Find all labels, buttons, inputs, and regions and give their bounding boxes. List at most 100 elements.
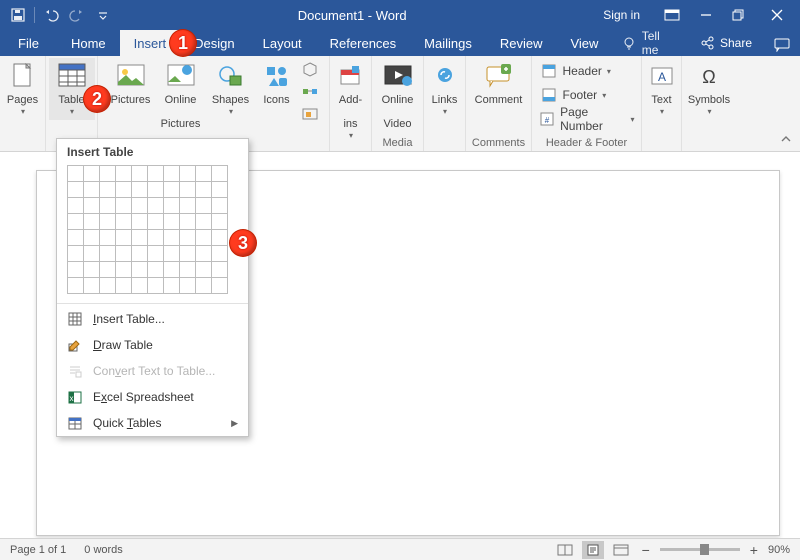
read-mode-icon[interactable] (554, 541, 576, 559)
grid-cell[interactable] (211, 181, 228, 198)
grid-cell[interactable] (179, 197, 196, 214)
tab-mailings[interactable]: Mailings (410, 30, 486, 56)
grid-cell[interactable] (99, 181, 116, 198)
print-layout-icon[interactable] (582, 541, 604, 559)
share-button[interactable]: Share (688, 30, 764, 56)
grid-cell[interactable] (195, 277, 212, 294)
grid-cell[interactable] (179, 213, 196, 230)
grid-cell[interactable] (131, 261, 148, 278)
grid-cell[interactable] (195, 261, 212, 278)
grid-cell[interactable] (195, 165, 212, 182)
grid-cell[interactable] (99, 229, 116, 246)
grid-cell[interactable] (163, 213, 180, 230)
status-page[interactable]: Page 1 of 1 (10, 544, 66, 556)
close-icon[interactable] (754, 0, 800, 30)
zoom-level[interactable]: 90% (768, 544, 790, 556)
grid-cell[interactable] (99, 165, 116, 182)
ribbon-display-icon[interactable] (654, 0, 690, 30)
pages-button[interactable]: Pages▾ (4, 58, 42, 118)
icons-button[interactable]: Icons (258, 58, 296, 118)
grid-cell[interactable] (115, 277, 132, 294)
grid-cell[interactable] (115, 181, 132, 198)
tab-layout[interactable]: Layout (249, 30, 316, 56)
tab-view[interactable]: View (556, 30, 612, 56)
grid-cell[interactable] (195, 245, 212, 262)
menu-quick-tables[interactable]: Quick Tables ▶ (57, 410, 248, 436)
grid-cell[interactable] (115, 261, 132, 278)
grid-cell[interactable] (67, 165, 84, 182)
undo-icon[interactable] (39, 3, 63, 27)
tab-review[interactable]: Review (486, 30, 557, 56)
zoom-out-button[interactable]: − (638, 542, 654, 558)
grid-cell[interactable] (83, 197, 100, 214)
collapse-ribbon-icon[interactable] (776, 129, 796, 149)
grid-cell[interactable] (67, 277, 84, 294)
tab-references[interactable]: References (316, 30, 410, 56)
grid-cell[interactable] (67, 245, 84, 262)
footer-button[interactable]: Footer▾ (537, 84, 637, 106)
grid-cell[interactable] (211, 277, 228, 294)
grid-cell[interactable] (131, 245, 148, 262)
grid-cell[interactable] (83, 165, 100, 182)
menu-draw-table[interactable]: Draw Table (57, 332, 248, 358)
grid-cell[interactable] (67, 213, 84, 230)
grid-cell[interactable] (195, 229, 212, 246)
zoom-slider[interactable] (660, 548, 740, 551)
grid-cell[interactable] (211, 245, 228, 262)
qat-customize-icon[interactable] (91, 3, 115, 27)
grid-cell[interactable] (179, 245, 196, 262)
online-pictures-button[interactable]: OnlinePictures (158, 58, 204, 130)
header-button[interactable]: Header▾ (537, 60, 637, 82)
minimize-icon[interactable] (690, 0, 722, 30)
grid-cell[interactable] (211, 197, 228, 214)
page-number-button[interactable]: #Page Number▾ (537, 108, 637, 130)
grid-cell[interactable] (147, 165, 164, 182)
grid-cell[interactable] (211, 213, 228, 230)
grid-cell[interactable] (99, 245, 116, 262)
grid-cell[interactable] (131, 229, 148, 246)
grid-cell[interactable] (211, 165, 228, 182)
grid-cell[interactable] (83, 181, 100, 198)
grid-cell[interactable] (99, 197, 116, 214)
grid-cell[interactable] (147, 197, 164, 214)
grid-cell[interactable] (115, 197, 132, 214)
grid-cell[interactable] (115, 213, 132, 230)
table-size-grid[interactable] (57, 165, 248, 301)
grid-cell[interactable] (179, 261, 196, 278)
grid-cell[interactable] (83, 213, 100, 230)
grid-cell[interactable] (211, 261, 228, 278)
online-video-button[interactable]: OnlineVideo (375, 58, 421, 130)
grid-cell[interactable] (163, 181, 180, 198)
comment-button[interactable]: Comment (471, 58, 527, 118)
grid-cell[interactable] (67, 181, 84, 198)
grid-cell[interactable] (163, 261, 180, 278)
smartart-icon[interactable] (300, 82, 320, 102)
grid-cell[interactable] (179, 277, 196, 294)
tell-me-search[interactable]: Tell me (612, 30, 688, 56)
grid-cell[interactable] (131, 213, 148, 230)
grid-cell[interactable] (99, 261, 116, 278)
tab-file[interactable]: File (0, 30, 57, 56)
grid-cell[interactable] (211, 229, 228, 246)
menu-excel-spreadsheet[interactable]: x Excel Spreadsheet (57, 384, 248, 410)
text-button[interactable]: A Text▾ (643, 58, 681, 118)
grid-cell[interactable] (147, 245, 164, 262)
web-layout-icon[interactable] (610, 541, 632, 559)
shapes-button[interactable]: Shapes▾ (208, 58, 254, 118)
sign-in-button[interactable]: Sign in (589, 0, 654, 30)
grid-cell[interactable] (195, 197, 212, 214)
grid-cell[interactable] (115, 245, 132, 262)
grid-cell[interactable] (99, 213, 116, 230)
grid-cell[interactable] (67, 261, 84, 278)
grid-cell[interactable] (163, 277, 180, 294)
grid-cell[interactable] (131, 181, 148, 198)
grid-cell[interactable] (83, 261, 100, 278)
grid-cell[interactable] (179, 181, 196, 198)
grid-cell[interactable] (195, 213, 212, 230)
grid-cell[interactable] (115, 229, 132, 246)
grid-cell[interactable] (163, 165, 180, 182)
grid-cell[interactable] (115, 165, 132, 182)
tab-home[interactable]: Home (57, 30, 120, 56)
grid-cell[interactable] (99, 277, 116, 294)
grid-cell[interactable] (147, 277, 164, 294)
